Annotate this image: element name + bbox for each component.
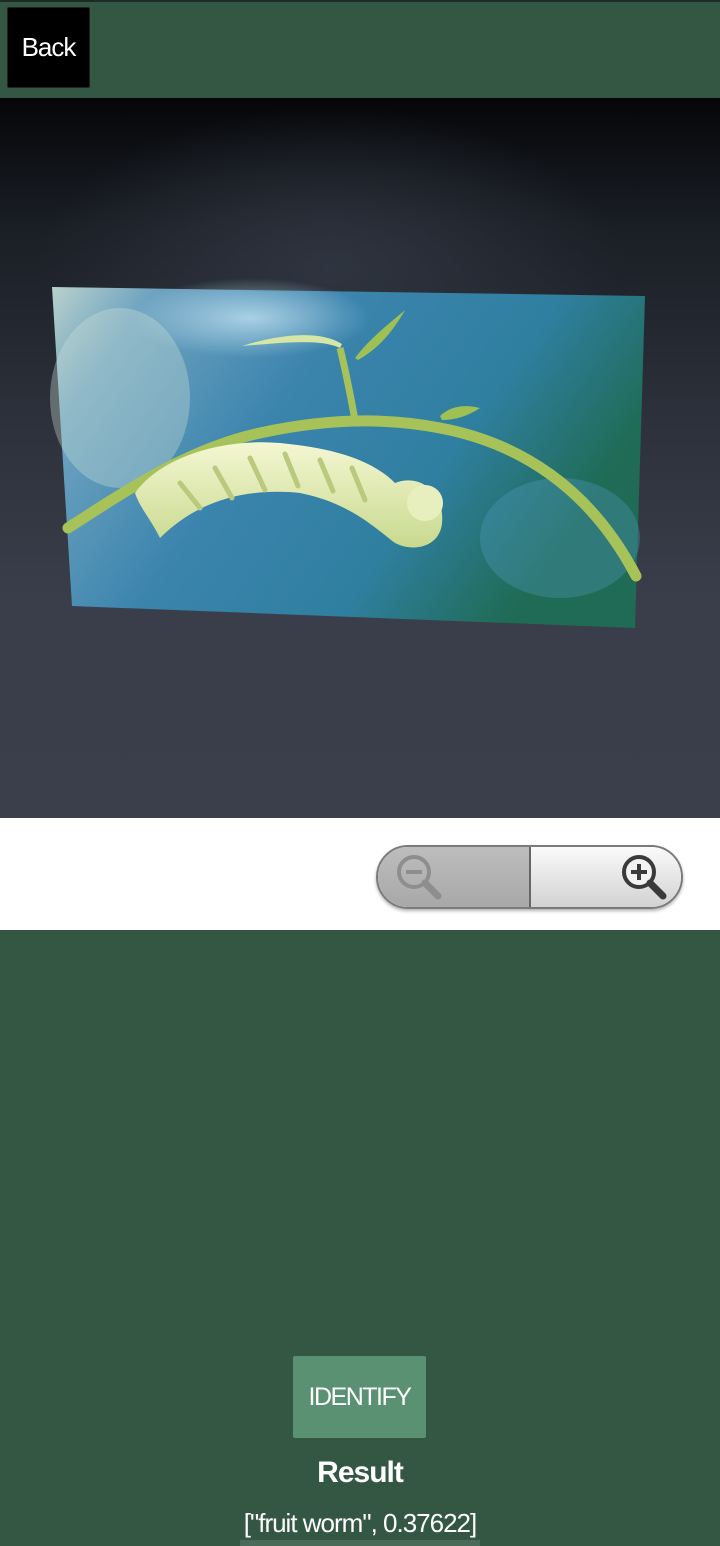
- zoom-in-button[interactable]: [531, 847, 681, 907]
- identify-button[interactable]: IDENTIFY: [293, 1356, 426, 1438]
- zoom-control: [376, 845, 683, 909]
- result-divider: [240, 1540, 480, 1546]
- zoom-out-button[interactable]: [378, 847, 531, 907]
- result-heading: Result: [317, 1456, 404, 1489]
- zoom-out-icon: [397, 855, 442, 900]
- zoom-bar: [0, 818, 720, 930]
- zoom-in-icon: [622, 855, 667, 900]
- back-button[interactable]: Back: [7, 7, 90, 88]
- top-bar: Back: [0, 0, 720, 98]
- camera-preview: [0, 98, 720, 818]
- caterpillar-photo: [50, 278, 645, 628]
- result-value: ["fruit worm", 0.37622]: [243, 1508, 477, 1538]
